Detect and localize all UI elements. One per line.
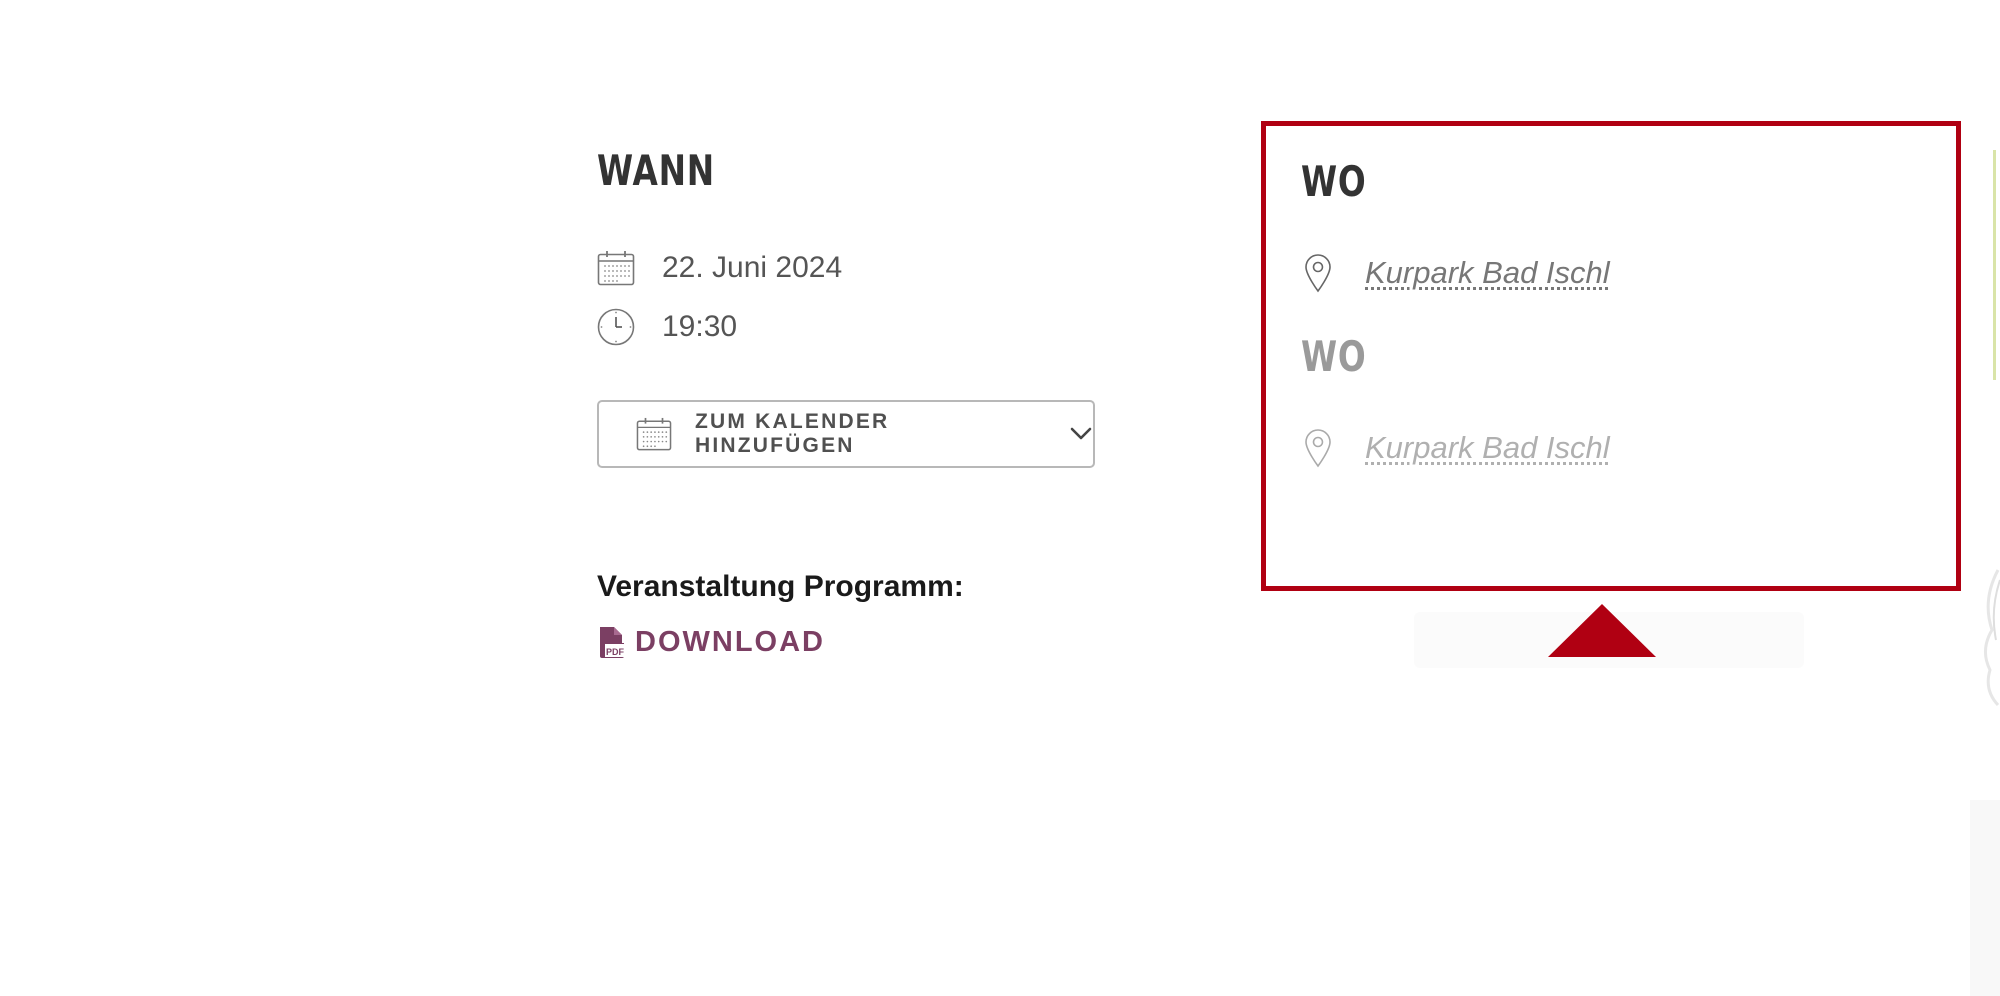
calendar-icon <box>597 249 635 287</box>
event-time: 19:30 <box>662 310 738 343</box>
svg-text:PDF: PDF <box>606 647 625 657</box>
event-date: 22. Juni 2024 <box>662 251 843 284</box>
when-section: WANN 22. Juni 2024 19:30 ZUM KALENDER HI… <box>597 146 1117 658</box>
map-pin-icon <box>1301 426 1335 470</box>
edge-decoration-line <box>1993 150 1996 380</box>
pdf-file-icon: PDF <box>597 626 627 659</box>
pointer-arrow-icon <box>1548 604 1656 657</box>
add-to-calendar-label: ZUM KALENDER HINZUFÜGEN <box>695 410 890 457</box>
calendar-icon <box>636 416 672 452</box>
edge-decoration-art <box>1984 569 2000 707</box>
map-pin-icon <box>1301 251 1335 295</box>
location-link[interactable]: Kurpark Bad Ischl <box>1365 430 1610 466</box>
download-link[interactable]: PDF DOWNLOAD <box>597 626 825 659</box>
chevron-down-icon <box>1070 422 1093 446</box>
where-heading: WO <box>1301 157 1367 206</box>
edge-decoration-block <box>1970 800 2000 996</box>
page: WANN 22. Juni 2024 19:30 ZUM KALENDER HI… <box>0 0 2000 996</box>
clock-icon <box>597 308 635 346</box>
where-heading: WO <box>1301 332 1367 381</box>
where-section: WO Kurpark Bad Ischl WO Kurpark Bad Isch… <box>1261 121 1961 591</box>
add-to-calendar-button[interactable]: ZUM KALENDER HINZUFÜGEN <box>597 400 1095 468</box>
location-row: Kurpark Bad Ischl <box>1301 251 1610 295</box>
location-row: Kurpark Bad Ischl <box>1301 426 1610 470</box>
where-block: WO Kurpark Bad Ischl <box>1301 157 1610 293</box>
when-heading: WANN <box>597 146 715 195</box>
date-row: 22. Juni 2024 <box>597 246 842 290</box>
program-title: Veranstaltung Programm: <box>597 570 964 603</box>
location-link[interactable]: Kurpark Bad Ischl <box>1365 255 1610 291</box>
where-block: WO Kurpark Bad Ischl <box>1301 332 1610 468</box>
download-label: DOWNLOAD <box>635 626 825 658</box>
time-row: 19:30 <box>597 305 737 349</box>
